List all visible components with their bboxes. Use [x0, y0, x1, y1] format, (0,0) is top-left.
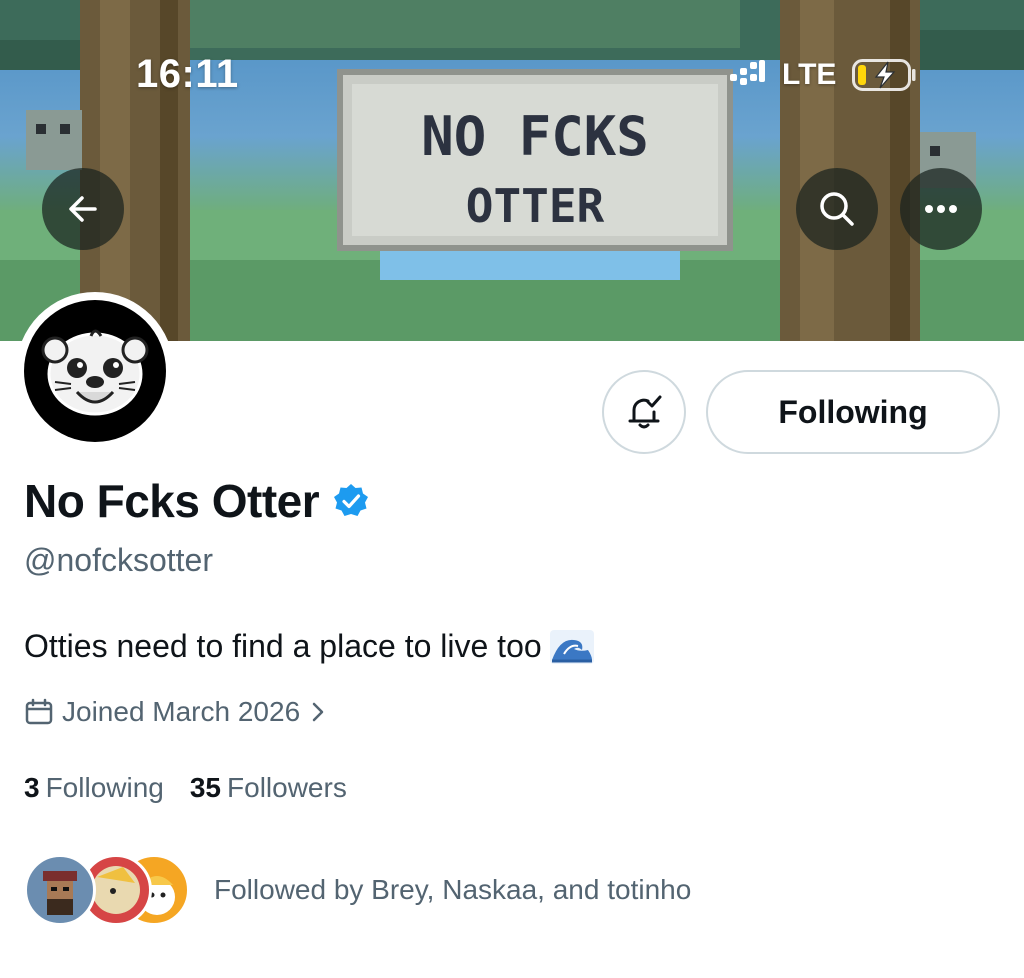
back-button[interactable] [42, 168, 124, 250]
joined-text: Joined March 2026 [62, 696, 301, 727]
notifications-button[interactable] [602, 370, 686, 454]
bell-check-icon [628, 395, 662, 429]
followers-count: 35 [189, 772, 222, 803]
more-options-button[interactable] [900, 168, 982, 250]
profile-avatar[interactable] [16, 292, 174, 450]
back-arrow-icon [69, 196, 97, 222]
calendar-icon [25, 698, 53, 725]
search-icon [820, 192, 854, 226]
battery-charging-icon [852, 59, 916, 91]
followed-by-text: Followed by Brey, Naskaa, and totinho [214, 874, 692, 905]
following-label: Following [45, 772, 164, 803]
verified-badge-icon[interactable] [333, 483, 369, 519]
display-name-row: No Fcks Otter [24, 474, 369, 528]
following-stat[interactable]: 3 Following [24, 772, 164, 804]
bio-text: Otties need to find a place to live too [24, 628, 542, 664]
user-handle: @nofcksotter [24, 542, 213, 578]
more-icon [925, 205, 957, 213]
follower-avatar-brey [24, 854, 96, 926]
followed-by-avatars [24, 854, 194, 926]
followed-by[interactable]: Followed by Brey, Naskaa, and totinho [24, 854, 691, 926]
wave-emoji-icon [549, 629, 594, 664]
status-time: 16:11 [136, 52, 239, 96]
banner-sign-line2: OTTER [466, 179, 605, 233]
profile-banner[interactable]: NO FCKS OTTER 16:11 LTE [0, 0, 1024, 341]
otter-face-icon [41, 329, 149, 416]
followers-label: Followers [227, 772, 347, 803]
follow-stats: 3 Following 35 Followers [24, 772, 347, 804]
following-button[interactable]: Following [706, 370, 1000, 454]
display-name: No Fcks Otter [24, 475, 320, 527]
profile-bio: Otties need to find a place to live too … [24, 628, 594, 665]
followers-stat[interactable]: 35 Followers [190, 772, 347, 804]
chevron-right-icon [312, 702, 324, 722]
network-type: LTE [782, 58, 837, 91]
signal-icon [730, 60, 765, 85]
search-button[interactable] [796, 168, 878, 250]
status-bar-right: LTE [730, 58, 916, 92]
banner-sign-line1: NO FCKS [421, 105, 649, 168]
following-count: 3 [24, 772, 40, 803]
joined-date[interactable]: Joined March 2026 [24, 696, 328, 728]
avatar-image [24, 300, 166, 442]
